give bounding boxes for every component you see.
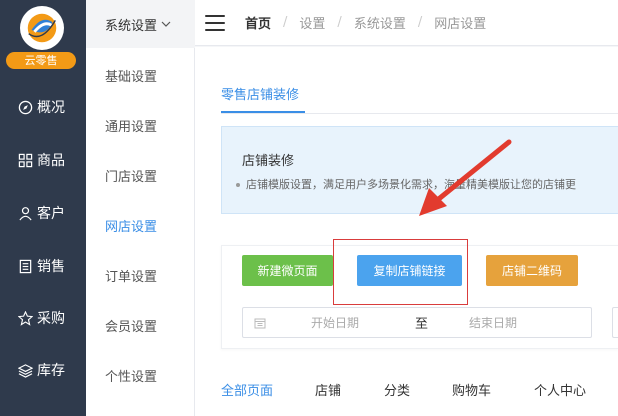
submenu-header[interactable]: 系统设置 bbox=[86, 0, 195, 48]
nav-item-label: 概况 bbox=[37, 100, 65, 116]
info-title: 店铺装修 bbox=[242, 154, 295, 169]
copy-store-link-button[interactable]: 复制店铺链接 bbox=[357, 255, 462, 286]
tab-cart[interactable]: 购物车 bbox=[452, 380, 491, 399]
submenu-header-label: 系统设置 bbox=[105, 18, 158, 34]
breadcrumb-system-settings[interactable]: 系统设置 bbox=[354, 13, 406, 32]
grid-icon bbox=[16, 151, 34, 169]
sub-menu: 系统设置 基础设置 通用设置 门店设置 网店设置 订单设置 会员设置 个性设置 bbox=[86, 0, 195, 416]
new-page-button[interactable]: 新建微页面 bbox=[242, 255, 333, 286]
bullet-icon bbox=[236, 183, 240, 187]
chevron-down-icon bbox=[161, 21, 171, 27]
logo-icon bbox=[24, 10, 60, 46]
toolbar-card: 新建微页面 复制店铺链接 店铺二维码 开始日期 至 结束日期 bbox=[221, 239, 618, 349]
document-icon bbox=[16, 257, 34, 275]
submenu-item-orders[interactable]: 订单设置 bbox=[105, 266, 157, 285]
date-range-picker[interactable]: 开始日期 至 结束日期 bbox=[242, 307, 592, 338]
nav-item-label: 采购 bbox=[37, 311, 65, 327]
layers-icon bbox=[16, 361, 34, 379]
submenu-item-basic[interactable]: 基础设置 bbox=[105, 66, 157, 85]
tab-store[interactable]: 店铺 bbox=[315, 380, 341, 399]
filter-select[interactable] bbox=[612, 307, 618, 338]
compass-icon bbox=[16, 98, 34, 116]
breadcrumb: 首页 / 设置 / 系统设置 / 网店设置 bbox=[245, 13, 486, 32]
nav-item-label: 商品 bbox=[37, 153, 65, 169]
submenu-item-general[interactable]: 通用设置 bbox=[105, 116, 157, 135]
breadcrumb-current: 网店设置 bbox=[434, 17, 487, 32]
main-content: 零售店铺装修 店铺装修 店铺模版设置，满足用户多场景化需求，海量精美模版让您的店… bbox=[195, 47, 618, 416]
nav-item-customers[interactable]: 客户 bbox=[0, 198, 86, 228]
nav-item-purchase[interactable]: 采购 bbox=[0, 303, 86, 333]
breadcrumb-separator: / bbox=[283, 15, 288, 30]
breadcrumb-home[interactable]: 首页 bbox=[245, 13, 271, 32]
start-date-input[interactable]: 开始日期 bbox=[311, 314, 359, 331]
nav-item-label: 销售 bbox=[37, 259, 65, 275]
tab-category[interactable]: 分类 bbox=[384, 380, 410, 399]
breadcrumb-settings[interactable]: 设置 bbox=[299, 13, 325, 32]
nav-item-inventory[interactable]: 库存 bbox=[0, 355, 86, 385]
submenu-item-online-store[interactable]: 网店设置 bbox=[105, 216, 157, 235]
app-root: 云零售 概况 商品 客户 销售 采购 库存 系统设置 基础设置 通用设置 门店设… bbox=[0, 0, 618, 416]
brand-badge: 云零售 bbox=[6, 52, 76, 69]
submenu-item-store[interactable]: 门店设置 bbox=[105, 166, 157, 185]
nav-item-label: 客户 bbox=[37, 206, 65, 222]
logo bbox=[20, 6, 64, 50]
nav-item-products[interactable]: 商品 bbox=[0, 145, 86, 175]
nav-item-sales[interactable]: 销售 bbox=[0, 251, 86, 281]
tab-divider bbox=[221, 113, 618, 114]
store-qrcode-button[interactable]: 店铺二维码 bbox=[486, 255, 578, 286]
nav-item-overview[interactable]: 概况 bbox=[0, 92, 86, 122]
tab-personal-center[interactable]: 个人中心 bbox=[534, 380, 586, 399]
date-range-separator: 至 bbox=[415, 317, 429, 332]
breadcrumb-separator: / bbox=[417, 15, 423, 30]
end-date-input[interactable]: 结束日期 bbox=[469, 314, 517, 331]
nav-item-label: 库存 bbox=[37, 363, 65, 379]
user-icon bbox=[16, 204, 34, 222]
main-nav: 云零售 概况 商品 客户 销售 采购 库存 bbox=[0, 0, 86, 416]
tab-retail-decoration[interactable]: 零售店铺装修 bbox=[221, 84, 299, 103]
submenu-item-personal[interactable]: 个性设置 bbox=[105, 366, 157, 385]
menu-toggle-icon[interactable] bbox=[205, 14, 225, 31]
shop-icon bbox=[16, 309, 34, 327]
breadcrumb-separator: / bbox=[337, 15, 342, 30]
calendar-icon bbox=[254, 318, 266, 328]
tab-all-pages[interactable]: 全部页面 bbox=[221, 380, 273, 399]
top-bar: 首页 / 设置 / 系统设置 / 网店设置 bbox=[195, 0, 618, 46]
annotation-arrow-icon bbox=[419, 139, 512, 216]
submenu-item-members[interactable]: 会员设置 bbox=[105, 316, 157, 335]
